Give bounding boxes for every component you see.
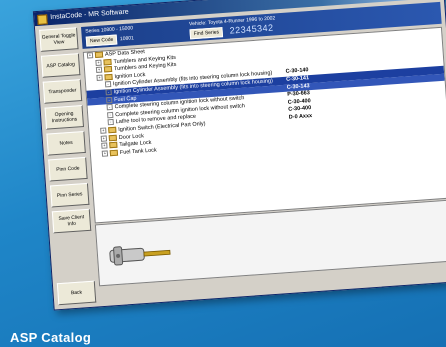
expand-toggle-icon[interactable]: - [105,88,112,96]
new-code-button[interactable]: New Code [85,34,118,47]
find-series-button[interactable]: Find Series [189,27,224,40]
expand-toggle-icon[interactable]: - [106,104,113,111]
expand-toggle-icon[interactable]: + [96,74,103,81]
expand-toggle-icon[interactable]: + [101,150,109,157]
sidebar-item-general-toggle-view[interactable]: General Toggle View [39,27,79,52]
folder-icon [109,141,118,149]
folder-icon [108,134,118,141]
window-title: InstaCode - MR Software [50,8,129,22]
series-label: Series 10800 - 15000 [85,25,134,35]
folder-icon [103,66,113,73]
catalog-caption: ASP Catalog [10,330,92,345]
expand-toggle-icon[interactable]: + [95,59,102,66]
sidebar-item-asp-catalog[interactable]: ASP Catalog [40,53,81,78]
app-icon [37,14,48,25]
sidebar-item-transponder[interactable]: Transponder [42,79,83,104]
expand-toggle-icon[interactable]: + [100,134,108,142]
sidebar-item-opening-instructions[interactable]: Opening Instructions [44,105,85,130]
folder-icon [94,51,104,59]
tree-row-label: Fuel Tank Lock [119,147,157,156]
folder-icon [103,58,112,66]
expand-toggle-icon[interactable]: + [86,52,94,59]
folder-icon [109,149,119,156]
screenshot-stage: InstaCode - MR Software _ □ × General To… [22,0,446,329]
expand-toggle-icon[interactable]: + [100,127,107,134]
expand-toggle-icon[interactable]: - [104,81,112,88]
expand-toggle-icon[interactable]: - [105,96,113,103]
sidebar-item-notes[interactable]: Notes [46,130,86,156]
sidebar-item-pinn-series[interactable]: Pinn Series [50,182,90,208]
expand-toggle-icon[interactable]: - [107,111,114,119]
key-lock-icon [109,246,171,266]
main-panel: Series 10800 - 15000 New Code 10801 Vehi… [81,1,446,302]
sidebar-item-save-client-info[interactable]: Save Client Info [51,208,92,234]
asp-tree-view[interactable]: + ASP Data Sheet + Tumblers and Keying Kits… [82,26,446,224]
sidebar-item-pinn-code[interactable]: Pinn Code [48,156,88,182]
app-window: InstaCode - MR Software _ □ × General To… [32,0,446,311]
code-label: 10801 [119,35,135,43]
folder-icon [104,73,113,81]
expand-toggle-icon[interactable]: + [101,142,108,149]
folder-icon [108,126,117,134]
expand-toggle-icon[interactable]: - [107,119,114,126]
expand-toggle-icon[interactable]: + [95,66,103,74]
key-code-display: 22345342 [229,22,274,36]
back-button[interactable]: Back [56,280,97,306]
